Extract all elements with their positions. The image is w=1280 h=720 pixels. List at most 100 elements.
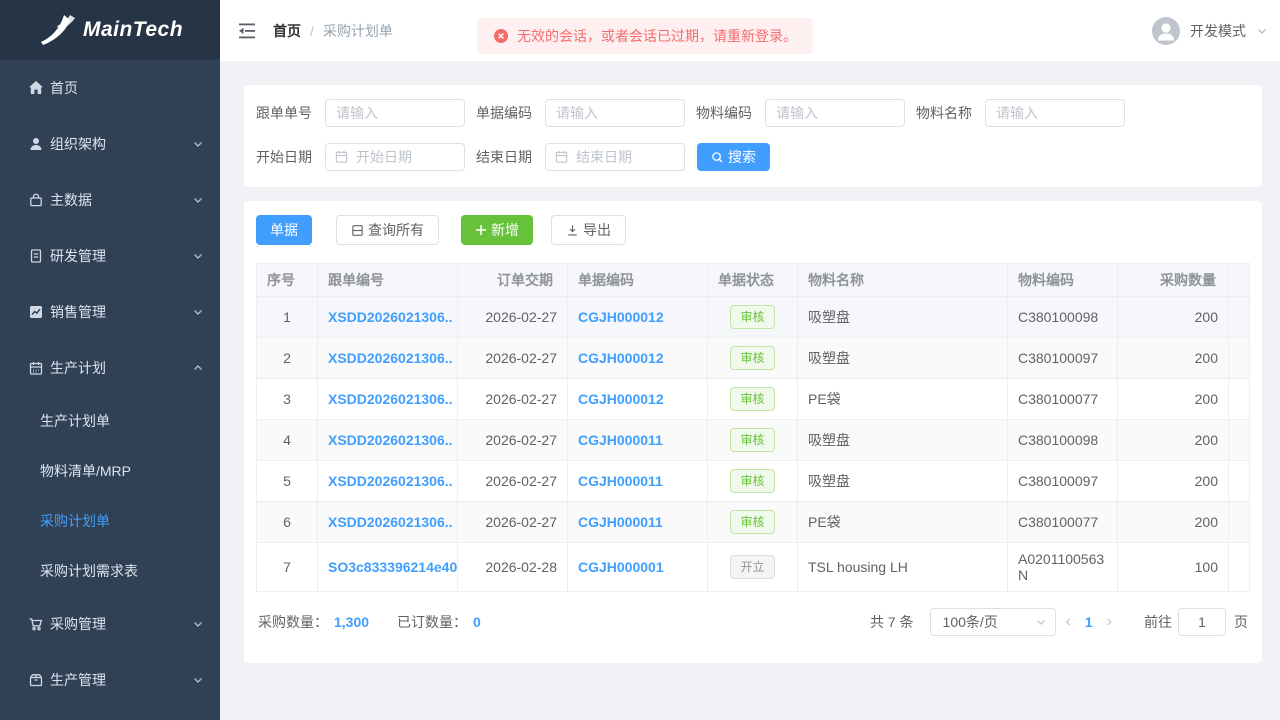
user-icon (28, 136, 44, 152)
field-label: 物料编码 (696, 105, 752, 121)
table-panel: 单据 查询所有 新增 导出 序号 跟单编号 订单交期 单据编码 单据状态 物料名… (244, 201, 1262, 663)
order-no-link[interactable]: XSDD2026021306.. (328, 309, 453, 325)
sidebar-item-org[interactable]: 组织架构 (0, 116, 220, 172)
page-unit-label: 页 (1234, 614, 1248, 630)
status-badge: 审核 (730, 428, 775, 452)
sidebar-item-manufacturing[interactable]: 生产管理 (0, 652, 220, 708)
order-no-link[interactable]: XSDD2026021306.. (328, 514, 453, 530)
table-row[interactable]: 7 SO3c833396214e40 2026-02-28 CGJH000001… (256, 542, 1250, 592)
sidebar-subitem-purchase-plan-order[interactable]: 采购计划单 (0, 496, 220, 546)
order-no-input[interactable] (325, 99, 465, 127)
cell-qty: 200 (1117, 378, 1229, 420)
main-area: 首页 / 采购计划单 无效的会话，或者会话已过期，请重新登录。 开发模式 跟单单… (220, 0, 1280, 720)
cell-seq: 7 (256, 542, 318, 592)
sidebar-item-rnd[interactable]: 研发管理 (0, 228, 220, 284)
cell-spacer (1228, 337, 1250, 379)
menu-fold-icon[interactable] (237, 22, 257, 40)
col-spacer (1228, 263, 1250, 297)
order-no-link[interactable]: XSDD2026021306.. (328, 350, 453, 366)
cell-delivery-date: 2026-02-28 (457, 542, 568, 592)
pagination: 共 7 条 100条/页 ‹ 1 › 前往 页 (870, 608, 1248, 636)
sidebar-item-production-plan[interactable]: 生产计划 (0, 340, 220, 396)
order-no-link[interactable]: XSDD2026021306.. (328, 391, 453, 407)
status-badge: 审核 (730, 387, 775, 411)
current-page[interactable]: 1 (1081, 614, 1097, 630)
doc-no-link[interactable]: CGJH000011 (578, 432, 663, 448)
sidebar-subitem-bom-mrp[interactable]: 物料清单/MRP (0, 446, 220, 496)
table-row[interactable]: 2 XSDD2026021306.. 2026-02-27 CGJH000012… (256, 337, 1250, 379)
sidebar-item-home[interactable]: 首页 (0, 60, 220, 116)
sidebar-subitem-production-plan-order[interactable]: 生产计划单 (0, 396, 220, 446)
app-root: MainTech 首页 组织架构 主数据 研发管理 销售管理 生产计划 生产计划… (0, 0, 1280, 720)
doc-no-link[interactable]: CGJH000001 (578, 559, 664, 575)
export-button[interactable]: 导出 (551, 215, 626, 245)
user-menu[interactable]: 开发模式 (1152, 16, 1268, 45)
next-page-button[interactable]: › (1097, 608, 1122, 636)
add-button-label: 新增 (491, 222, 519, 238)
query-all-button[interactable]: 查询所有 (336, 215, 439, 245)
page-size-select[interactable]: 100条/页 (929, 608, 1056, 636)
search-button[interactable]: 搜索 (697, 143, 770, 171)
material-code-input[interactable] (765, 99, 905, 127)
table-row[interactable]: 6 XSDD2026021306.. 2026-02-27 CGJH000011… (256, 501, 1250, 543)
table-row[interactable]: 4 XSDD2026021306.. 2026-02-27 CGJH000011… (256, 419, 1250, 461)
cell-spacer (1228, 419, 1250, 461)
cell-delivery-date: 2026-02-27 (457, 296, 568, 338)
cell-spacer (1228, 378, 1250, 420)
chevron-down-icon (192, 618, 204, 630)
table-row[interactable]: 1 XSDD2026021306.. 2026-02-27 CGJH000012… (256, 296, 1250, 338)
doc-no-link[interactable]: CGJH000012 (578, 350, 664, 366)
col-seq: 序号 (256, 263, 318, 297)
calendar-icon (28, 360, 44, 376)
prev-page-button[interactable]: ‹ (1056, 608, 1081, 636)
field-label: 物料名称 (916, 105, 972, 121)
doc-no-link[interactable]: CGJH000012 (578, 309, 664, 325)
bag-icon (28, 192, 44, 208)
cell-material-name: 吸塑盘 (797, 460, 1008, 502)
filter-panel: 跟单单号 单据编码 物料编码 物料名称 (244, 85, 1262, 187)
sidebar-subitem-purchase-plan-demand[interactable]: 采购计划需求表 (0, 546, 220, 596)
table-row[interactable]: 5 XSDD2026021306.. 2026-02-27 CGJH000011… (256, 460, 1250, 502)
brand-name: MainTech (82, 18, 184, 41)
cell-seq: 2 (256, 337, 318, 379)
cell-spacer (1228, 542, 1250, 592)
cell-material-code: C380100098 (1007, 296, 1118, 338)
form-icon (351, 224, 364, 237)
box-icon (28, 672, 44, 688)
goto-page-input[interactable] (1178, 608, 1226, 636)
error-circle-icon (493, 28, 509, 44)
table-row[interactable]: 3 XSDD2026021306.. 2026-02-27 CGJH000012… (256, 378, 1250, 420)
cell-spacer (1228, 296, 1250, 338)
cell-material-name: PE袋 (797, 378, 1008, 420)
sidebar-item-purchasing[interactable]: 采购管理 (0, 596, 220, 652)
add-button[interactable]: 新增 (461, 215, 533, 245)
cell-material-name: PE袋 (797, 501, 1008, 543)
order-no-link[interactable]: XSDD2026021306.. (328, 473, 453, 489)
sidebar-item-sales[interactable]: 销售管理 (0, 284, 220, 340)
order-no-link[interactable]: SO3c833396214e40 (328, 559, 457, 575)
doc-button[interactable]: 单据 (256, 215, 312, 245)
status-badge: 审核 (730, 305, 775, 329)
sidebar-item-master-data[interactable]: 主数据 (0, 172, 220, 228)
user-label: 开发模式 (1190, 22, 1246, 39)
cell-delivery-date: 2026-02-27 (457, 337, 568, 379)
filter-field-end-date: 结束日期 (476, 143, 685, 171)
filter-field-order-no: 跟单单号 (256, 99, 465, 127)
sub-item-label: 采购计划单 (40, 513, 110, 529)
material-name-input[interactable] (985, 99, 1125, 127)
breadcrumb-home[interactable]: 首页 (273, 21, 301, 41)
cell-material-code: C380100097 (1007, 460, 1118, 502)
cell-qty: 200 (1117, 501, 1229, 543)
col-doc-no: 单据编码 (567, 263, 708, 297)
chevron-down-icon (1035, 616, 1047, 628)
calendar-icon (554, 149, 569, 164)
chevron-down-icon (1256, 25, 1268, 37)
doc-no-link[interactable]: CGJH000011 (578, 473, 663, 489)
doc-no-input[interactable] (545, 99, 685, 127)
field-label: 跟单单号 (256, 105, 312, 121)
sidebar-item-label: 组织架构 (50, 136, 106, 152)
doc-no-link[interactable]: CGJH000012 (578, 391, 664, 407)
cell-seq: 4 (256, 419, 318, 461)
order-no-link[interactable]: XSDD2026021306.. (328, 432, 453, 448)
doc-no-link[interactable]: CGJH000011 (578, 514, 663, 530)
